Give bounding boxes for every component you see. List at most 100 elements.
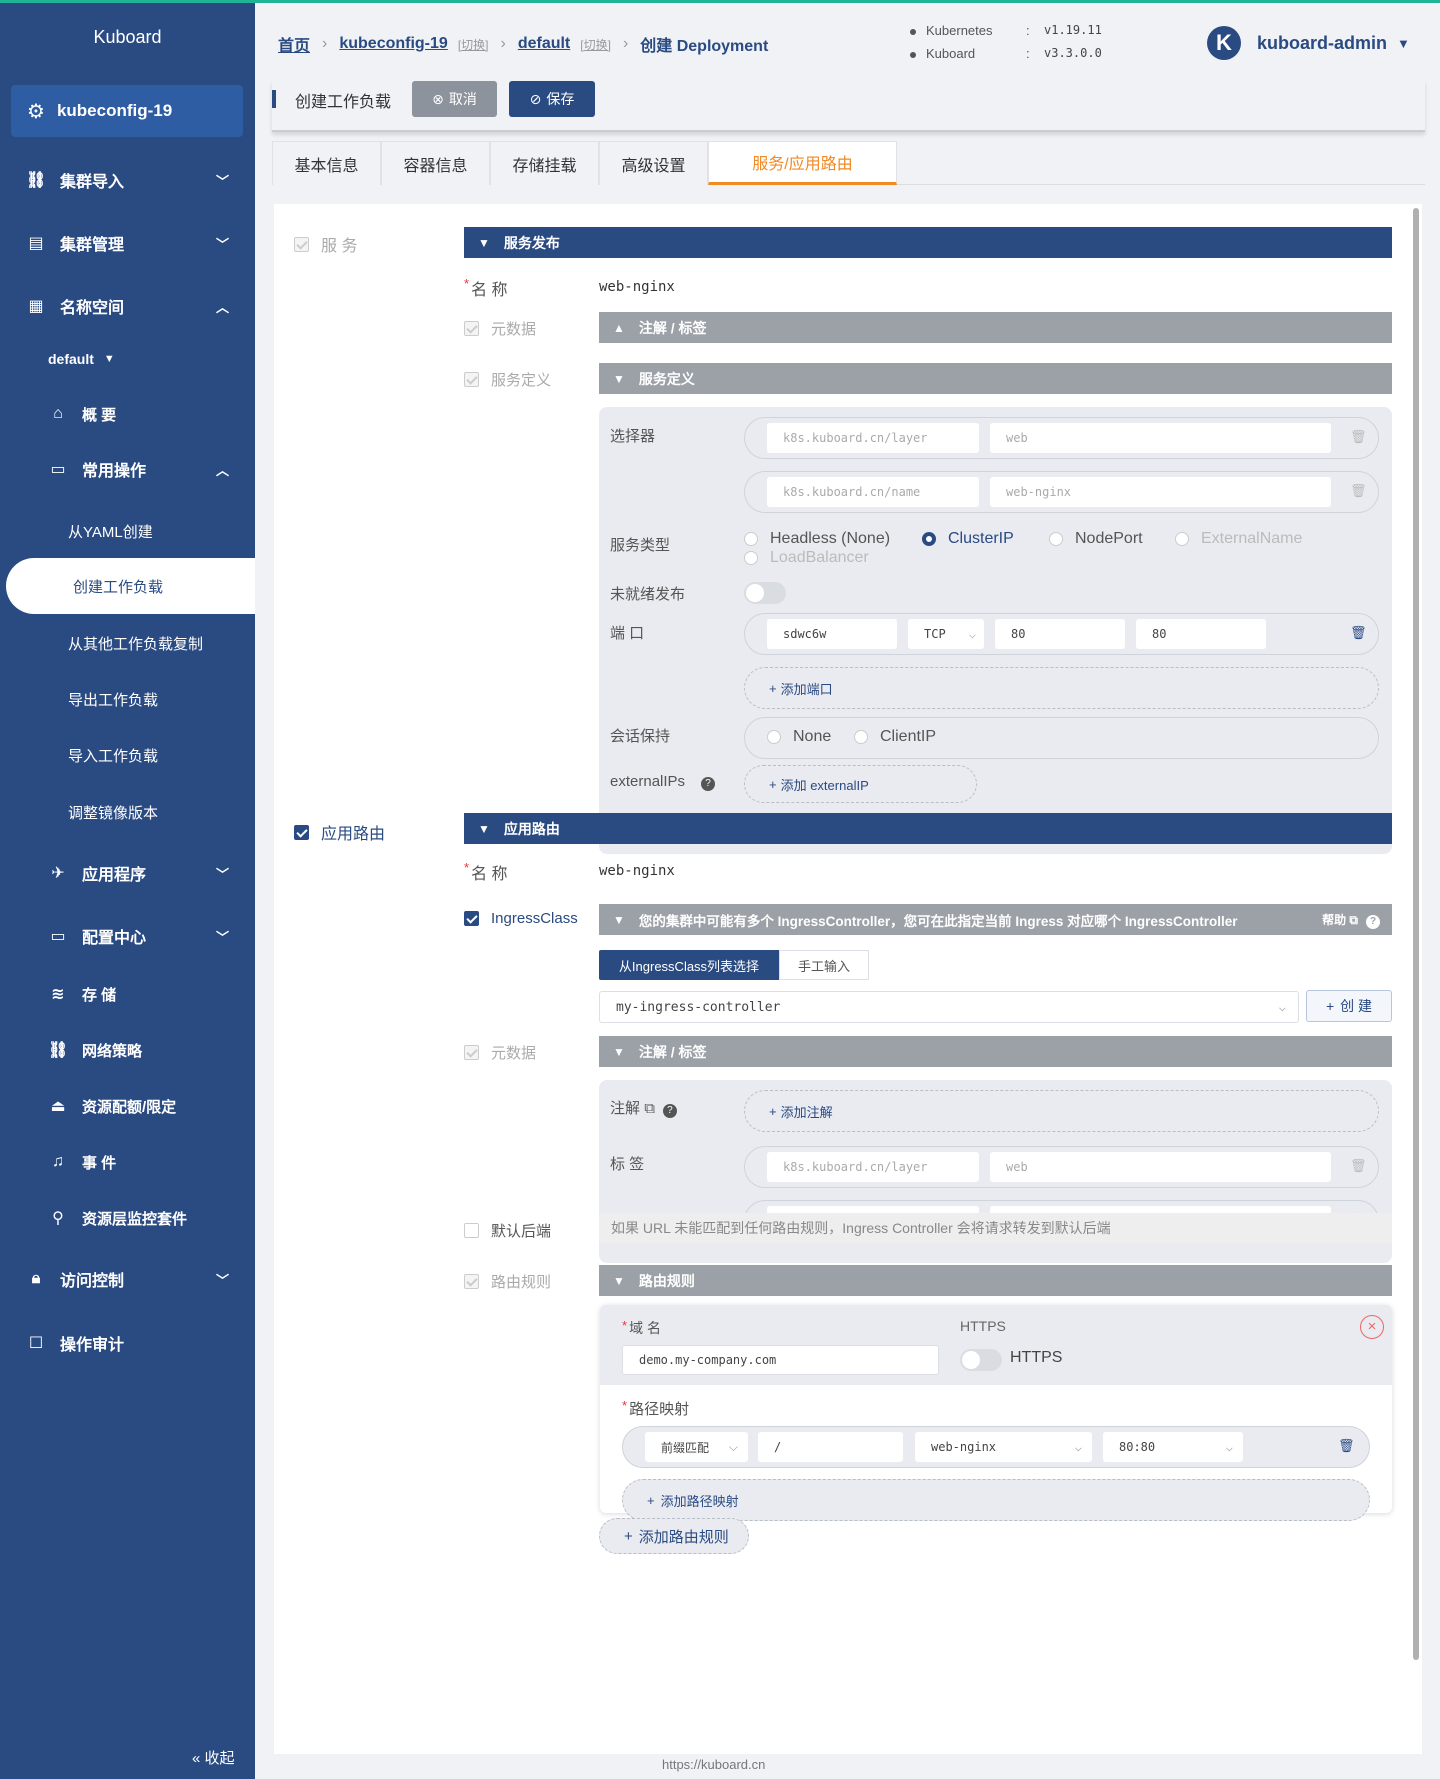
default-backend-checkbox[interactable]: 默认后端 — [464, 1220, 551, 1241]
sidebar-item-events[interactable]: ♫ 事 件 — [0, 1143, 255, 1181]
external-link-icon[interactable]: ⧉ — [644, 1100, 655, 1117]
radio-session-none[interactable]: None — [767, 728, 831, 746]
collapse-button[interactable]: « 收起 — [192, 1747, 235, 1768]
ingress-meta-header[interactable]: ▼ 注解 / 标签 — [599, 1036, 1392, 1067]
sidebar-item-export-workload[interactable]: 导出工作负载 — [0, 681, 255, 717]
selector-value-input[interactable]: web-nginx — [990, 477, 1331, 507]
radio-nodeport[interactable]: NodePort — [1049, 530, 1143, 548]
trash-icon[interactable]: 🗑︎ — [1350, 625, 1367, 641]
path-match-select[interactable]: 前缀匹配 ⌵ — [645, 1432, 748, 1462]
radio-headless[interactable]: Headless (None) — [744, 530, 890, 548]
domain-input[interactable]: demo.my-company.com — [622, 1345, 939, 1375]
cluster-selector[interactable]: ⚙ kubeconfig-19 — [11, 85, 243, 137]
sidebar-item-apps[interactable]: ✈ 应用程序 ﹀ — [0, 853, 255, 893]
sidebar-item-copy-workload[interactable]: 从其他工作负载复制 — [0, 625, 255, 661]
selector-key-input[interactable]: k8s.kuboard.cn/name — [767, 477, 979, 507]
trash-icon[interactable]: 🗑︎ — [1338, 1438, 1355, 1454]
switch-cluster-link[interactable]: [切换] — [458, 36, 489, 53]
tab-service-ingress[interactable]: 服务/应用路由 — [708, 141, 897, 185]
crumb-home[interactable]: 首页 — [278, 32, 310, 56]
sidebar-item-config[interactable]: ▭ 配置中心 ﹀ — [0, 916, 255, 956]
selector-value-input[interactable]: web — [990, 423, 1331, 453]
add-path-button[interactable]: + 添加路径映射 — [622, 1479, 1370, 1521]
tab-storage[interactable]: 存储挂载 — [490, 141, 599, 185]
tab-container[interactable]: 容器信息 — [381, 141, 490, 185]
tab-basic[interactable]: 基本信息 — [272, 141, 381, 185]
port-input[interactable]: 80 — [995, 619, 1125, 649]
sidebar-item-from-yaml[interactable]: 从YAML创建 — [0, 513, 255, 549]
path-port-select[interactable]: 80:80 ⌵ — [1103, 1432, 1243, 1462]
segment-manual-input[interactable]: 手工输入 — [779, 950, 869, 980]
https-toggle[interactable] — [960, 1349, 1002, 1371]
service-meta-header[interactable]: ▲ 注解 / 标签 — [599, 312, 1392, 343]
add-externalip-button[interactable]: + 添加 externalIP — [744, 765, 977, 803]
service-meta-checkbox[interactable]: 元数据 — [464, 318, 536, 339]
service-def-checkbox[interactable]: 服务定义 — [464, 369, 551, 390]
service-section-header[interactable]: ▼ 服务发布 — [464, 227, 1392, 258]
service-checkbox[interactable]: 服 务 — [294, 232, 357, 256]
cancel-button[interactable]: ⊗ 取消 — [412, 81, 497, 117]
switch-namespace-link[interactable]: [切换] — [580, 36, 611, 53]
crumb-cluster[interactable]: kubeconfig-19 — [339, 35, 447, 53]
footer-url[interactable]: https://kuboard.cn — [662, 1757, 765, 1772]
add-rule-button[interactable]: + 添加路由规则 — [599, 1518, 749, 1554]
ingress-checkbox[interactable]: 应用路由 — [294, 820, 385, 844]
label-value-input[interactable]: web — [990, 1152, 1331, 1182]
radio-clusterip[interactable]: ClusterIP — [922, 530, 1014, 548]
service-def-header[interactable]: ▼ 服务定义 — [599, 363, 1392, 394]
question-icon[interactable]: ? — [701, 777, 716, 791]
crumb-namespace[interactable]: default — [518, 35, 570, 53]
sidebar-item-manage[interactable]: ▤ 集群管理 ﹀ — [0, 221, 255, 265]
sidebar-item-import-workload[interactable]: 导入工作负载 — [0, 737, 255, 773]
sidebar-item-common-ops[interactable]: ▭ 常用操作 ︿ — [0, 451, 255, 487]
sidebar-item-overview[interactable]: ⌂ 概 要 — [0, 396, 255, 432]
add-annotation-button[interactable]: + 添加注解 — [744, 1090, 1379, 1132]
sidebar-item-create-workload[interactable]: 创建工作负载 — [6, 558, 255, 614]
ingressclass-header[interactable]: ▼ 您的集群中可能有多个 IngressController，您可在此指定当前 I… — [599, 904, 1392, 935]
checkbox-label: IngressClass — [491, 910, 578, 927]
rules-header[interactable]: ▼ 路由规则 — [599, 1265, 1392, 1296]
sidebar-item-quota[interactable]: ⏏ 资源配额/限定 — [0, 1087, 255, 1125]
ingressclass-select[interactable]: my-ingress-controller ⌵ — [599, 991, 1299, 1023]
radio-externalname[interactable]: ExternalName — [1175, 530, 1302, 548]
ingress-meta-checkbox[interactable]: 元数据 — [464, 1042, 536, 1063]
sidebar-item-access[interactable]: 🔒︎ 访问控制 ﹀ — [0, 1259, 255, 1299]
ingressclass-checkbox[interactable]: IngressClass — [464, 910, 578, 927]
selector-row: k8s.kuboard.cn/name web-nginx 🗑︎ — [744, 471, 1379, 513]
namespace-selector[interactable]: default ▼ — [0, 344, 255, 374]
rules-checkbox[interactable]: 路由规则 — [464, 1271, 551, 1292]
ingress-section-header[interactable]: ▼ 应用路由 — [464, 813, 1392, 844]
tab-advanced[interactable]: 高级设置 — [599, 141, 708, 185]
scrollbar[interactable] — [1413, 208, 1419, 1660]
add-port-button[interactable]: + 添加端口 — [744, 667, 1379, 709]
trash-icon[interactable]: 🗑︎ — [1350, 429, 1367, 445]
sidebar-item-netpolicy[interactable]: ⛓ 网络策略 — [0, 1031, 255, 1069]
trash-icon[interactable]: 🗑︎ — [1350, 1158, 1367, 1174]
port-protocol-select[interactable]: TCP ⌵ — [908, 619, 984, 649]
close-circle-icon[interactable]: × — [1360, 1315, 1384, 1339]
sidebar-item-audit[interactable]: ☐ 操作审计 — [0, 1323, 255, 1363]
create-ingressclass-button[interactable]: + 创 建 — [1306, 990, 1392, 1022]
save-label: 保存 — [546, 91, 575, 107]
label-key-input[interactable]: k8s.kuboard.cn/layer — [767, 1152, 979, 1182]
sidebar-item-monitor[interactable]: ⚲ 资源层监控套件 — [0, 1199, 255, 1237]
sidebar-item-namespace[interactable]: ▦ 名称空间 ︿ — [0, 284, 255, 328]
sidebar-item-import[interactable]: ⛓ 集群导入 ﹀ — [0, 158, 255, 202]
selector-key-input[interactable]: k8s.kuboard.cn/layer — [767, 423, 979, 453]
path-service-select[interactable]: web-nginx ⌵ — [915, 1432, 1092, 1462]
segment-from-list[interactable]: 从IngressClass列表选择 — [599, 950, 779, 980]
path-input[interactable]: / — [758, 1432, 903, 1462]
help-link[interactable]: 帮助 ⧉? — [1322, 911, 1380, 929]
chevron-down-icon: ﹀ — [215, 1272, 229, 1288]
question-icon[interactable]: ? — [662, 1104, 677, 1118]
save-button[interactable]: ⊘ 保存 — [509, 81, 595, 117]
sidebar-item-image-version[interactable]: 调整镜像版本 — [0, 794, 255, 830]
trash-icon[interactable]: 🗑︎ — [1350, 483, 1367, 499]
sidebar-item-storage[interactable]: ≋ 存 储 — [0, 975, 255, 1013]
user-menu[interactable]: Kkuboard-admin ▼ — [1207, 26, 1410, 60]
radio-session-clientip[interactable]: ClientIP — [854, 728, 936, 746]
radio-loadbalancer[interactable]: LoadBalancer — [744, 549, 869, 567]
target-port-input[interactable]: 80 — [1136, 619, 1266, 649]
unready-toggle[interactable] — [744, 582, 786, 604]
port-name-input[interactable]: sdwc6w — [767, 619, 897, 649]
